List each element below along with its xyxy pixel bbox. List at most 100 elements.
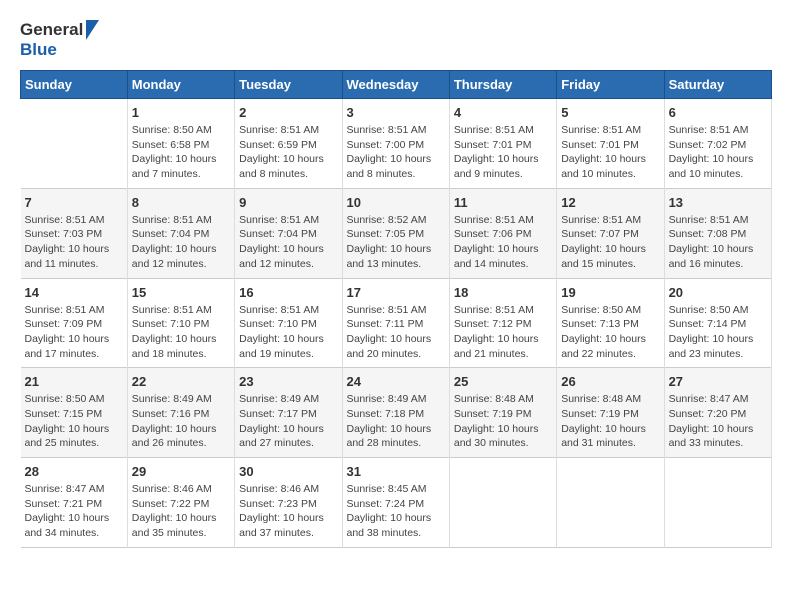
day-info: Sunrise: 8:51 AMSunset: 7:01 PMDaylight:… xyxy=(454,123,552,182)
calendar-cell: 2Sunrise: 8:51 AMSunset: 6:59 PMDaylight… xyxy=(235,99,342,189)
day-number: 27 xyxy=(669,374,767,389)
day-info: Sunrise: 8:45 AMSunset: 7:24 PMDaylight:… xyxy=(347,482,445,541)
day-info: Sunrise: 8:46 AMSunset: 7:23 PMDaylight:… xyxy=(239,482,337,541)
calendar-week-row: 1 Sunrise: 8:50 AMSunset: 6:58 PMDaylight… xyxy=(21,99,772,189)
day-number: 16 xyxy=(239,285,337,300)
day-number: 18 xyxy=(454,285,552,300)
day-info: Sunrise: 8:51 AMSunset: 7:02 PMDaylight:… xyxy=(669,123,767,182)
calendar-cell: 27 Sunrise: 8:47 AMSunset: 7:20 PMDayligh… xyxy=(664,368,771,458)
calendar-header-row: SundayMondayTuesdayWednesdayThursdayFrid… xyxy=(21,71,772,99)
day-info: Sunrise: 8:49 AMSunset: 7:17 PMDaylight:… xyxy=(239,392,337,451)
day-number: 20 xyxy=(669,285,767,300)
day-number: 30 xyxy=(239,464,337,479)
calendar-cell: 19Sunrise: 8:50 AMSunset: 7:13 PMDayligh… xyxy=(557,278,664,368)
day-info: Sunrise: 8:50 AMSunset: 7:14 PMDaylight:… xyxy=(669,303,767,362)
day-number: 15 xyxy=(132,285,230,300)
calendar-cell: 31 Sunrise: 8:45 AMSunset: 7:24 PMDayligh… xyxy=(342,458,449,548)
day-info: Sunrise: 8:50 AMSunset: 6:58 PMDaylight:… xyxy=(132,123,230,182)
day-info: Sunrise: 8:49 AMSunset: 7:18 PMDaylight:… xyxy=(347,392,445,451)
logo: General Blue xyxy=(20,20,99,60)
calendar-week-row: 28 Sunrise: 8:47 AMSunset: 7:21 PMDayligh… xyxy=(21,458,772,548)
calendar-cell: 23 Sunrise: 8:49 AMSunset: 7:17 PMDayligh… xyxy=(235,368,342,458)
calendar-cell: 6 Sunrise: 8:51 AMSunset: 7:02 PMDaylight… xyxy=(664,99,771,189)
day-of-week-header: Monday xyxy=(127,71,234,99)
calendar-cell xyxy=(664,458,771,548)
day-number: 11 xyxy=(454,195,552,210)
calendar-cell: 17 Sunrise: 8:51 AMSunset: 7:11 PMDayligh… xyxy=(342,278,449,368)
day-info: Sunrise: 8:51 AMSunset: 7:07 PMDaylight:… xyxy=(561,213,659,272)
day-info: Sunrise: 8:51 AMSunset: 7:01 PMDaylight:… xyxy=(561,123,659,182)
day-info: Sunrise: 8:46 AMSunset: 7:22 PMDaylight:… xyxy=(132,482,230,541)
logo-icon xyxy=(86,20,99,40)
calendar-cell: 5Sunrise: 8:51 AMSunset: 7:01 PMDaylight… xyxy=(557,99,664,189)
calendar-cell: 12 Sunrise: 8:51 AMSunset: 7:07 PMDayligh… xyxy=(557,188,664,278)
calendar-cell: 9 Sunrise: 8:51 AMSunset: 7:04 PMDaylight… xyxy=(235,188,342,278)
day-info: Sunrise: 8:52 AMSunset: 7:05 PMDaylight:… xyxy=(347,213,445,272)
day-of-week-header: Tuesday xyxy=(235,71,342,99)
calendar-cell: 20 Sunrise: 8:50 AMSunset: 7:14 PMDayligh… xyxy=(664,278,771,368)
day-info: Sunrise: 8:48 AMSunset: 7:19 PMDaylight:… xyxy=(561,392,659,451)
calendar-cell: 24 Sunrise: 8:49 AMSunset: 7:18 PMDayligh… xyxy=(342,368,449,458)
day-info: Sunrise: 8:51 AMSunset: 7:10 PMDaylight:… xyxy=(239,303,337,362)
calendar-cell: 1 Sunrise: 8:50 AMSunset: 6:58 PMDaylight… xyxy=(127,99,234,189)
calendar-week-row: 7Sunrise: 8:51 AMSunset: 7:03 PMDaylight… xyxy=(21,188,772,278)
day-number: 23 xyxy=(239,374,337,389)
day-number: 28 xyxy=(25,464,123,479)
calendar-cell: 14 Sunrise: 8:51 AMSunset: 7:09 PMDayligh… xyxy=(21,278,128,368)
day-number: 3 xyxy=(347,105,445,120)
day-of-week-header: Wednesday xyxy=(342,71,449,99)
day-info: Sunrise: 8:51 AMSunset: 7:04 PMDaylight:… xyxy=(132,213,230,272)
day-of-week-header: Friday xyxy=(557,71,664,99)
day-number: 25 xyxy=(454,374,552,389)
day-info: Sunrise: 8:49 AMSunset: 7:16 PMDaylight:… xyxy=(132,392,230,451)
calendar-cell: 4Sunrise: 8:51 AMSunset: 7:01 PMDaylight… xyxy=(449,99,556,189)
calendar-cell: 7Sunrise: 8:51 AMSunset: 7:03 PMDaylight… xyxy=(21,188,128,278)
calendar-cell: 3 Sunrise: 8:51 AMSunset: 7:00 PMDaylight… xyxy=(342,99,449,189)
day-number: 9 xyxy=(239,195,337,210)
day-of-week-header: Saturday xyxy=(664,71,771,99)
day-info: Sunrise: 8:51 AMSunset: 7:11 PMDaylight:… xyxy=(347,303,445,362)
calendar-cell: 10 Sunrise: 8:52 AMSunset: 7:05 PMDayligh… xyxy=(342,188,449,278)
calendar-cell xyxy=(21,99,128,189)
day-info: Sunrise: 8:51 AMSunset: 7:08 PMDaylight:… xyxy=(669,213,767,272)
logo-general: General xyxy=(20,20,83,40)
page-header: General Blue xyxy=(20,20,772,60)
day-number: 14 xyxy=(25,285,123,300)
day-number: 24 xyxy=(347,374,445,389)
calendar-cell xyxy=(449,458,556,548)
calendar-cell: 25Sunrise: 8:48 AMSunset: 7:19 PMDayligh… xyxy=(449,368,556,458)
day-number: 10 xyxy=(347,195,445,210)
day-info: Sunrise: 8:51 AMSunset: 7:04 PMDaylight:… xyxy=(239,213,337,272)
calendar-cell: 18Sunrise: 8:51 AMSunset: 7:12 PMDayligh… xyxy=(449,278,556,368)
calendar-cell: 22Sunrise: 8:49 AMSunset: 7:16 PMDayligh… xyxy=(127,368,234,458)
calendar-cell: 29 Sunrise: 8:46 AMSunset: 7:22 PMDayligh… xyxy=(127,458,234,548)
day-number: 31 xyxy=(347,464,445,479)
day-number: 17 xyxy=(347,285,445,300)
day-number: 19 xyxy=(561,285,659,300)
calendar-cell xyxy=(557,458,664,548)
calendar-cell: 11 Sunrise: 8:51 AMSunset: 7:06 PMDayligh… xyxy=(449,188,556,278)
day-info: Sunrise: 8:47 AMSunset: 7:21 PMDaylight:… xyxy=(25,482,123,541)
calendar-cell: 15 Sunrise: 8:51 AMSunset: 7:10 PMDayligh… xyxy=(127,278,234,368)
day-info: Sunrise: 8:51 AMSunset: 7:00 PMDaylight:… xyxy=(347,123,445,182)
day-info: Sunrise: 8:47 AMSunset: 7:20 PMDaylight:… xyxy=(669,392,767,451)
calendar-week-row: 14 Sunrise: 8:51 AMSunset: 7:09 PMDayligh… xyxy=(21,278,772,368)
calendar-cell: 26 Sunrise: 8:48 AMSunset: 7:19 PMDayligh… xyxy=(557,368,664,458)
day-info: Sunrise: 8:51 AMSunset: 7:03 PMDaylight:… xyxy=(25,213,123,272)
day-of-week-header: Thursday xyxy=(449,71,556,99)
day-number: 1 xyxy=(132,105,230,120)
day-info: Sunrise: 8:51 AMSunset: 7:09 PMDaylight:… xyxy=(25,303,123,362)
day-number: 29 xyxy=(132,464,230,479)
calendar-cell: 13Sunrise: 8:51 AMSunset: 7:08 PMDayligh… xyxy=(664,188,771,278)
calendar-table: SundayMondayTuesdayWednesdayThursdayFrid… xyxy=(20,70,772,548)
day-info: Sunrise: 8:51 AMSunset: 6:59 PMDaylight:… xyxy=(239,123,337,182)
day-number: 6 xyxy=(669,105,767,120)
logo-blue: Blue xyxy=(20,40,57,59)
day-number: 12 xyxy=(561,195,659,210)
day-info: Sunrise: 8:51 AMSunset: 7:06 PMDaylight:… xyxy=(454,213,552,272)
calendar-cell: 8Sunrise: 8:51 AMSunset: 7:04 PMDaylight… xyxy=(127,188,234,278)
calendar-cell: 28 Sunrise: 8:47 AMSunset: 7:21 PMDayligh… xyxy=(21,458,128,548)
day-number: 26 xyxy=(561,374,659,389)
day-info: Sunrise: 8:51 AMSunset: 7:10 PMDaylight:… xyxy=(132,303,230,362)
day-of-week-header: Sunday xyxy=(21,71,128,99)
